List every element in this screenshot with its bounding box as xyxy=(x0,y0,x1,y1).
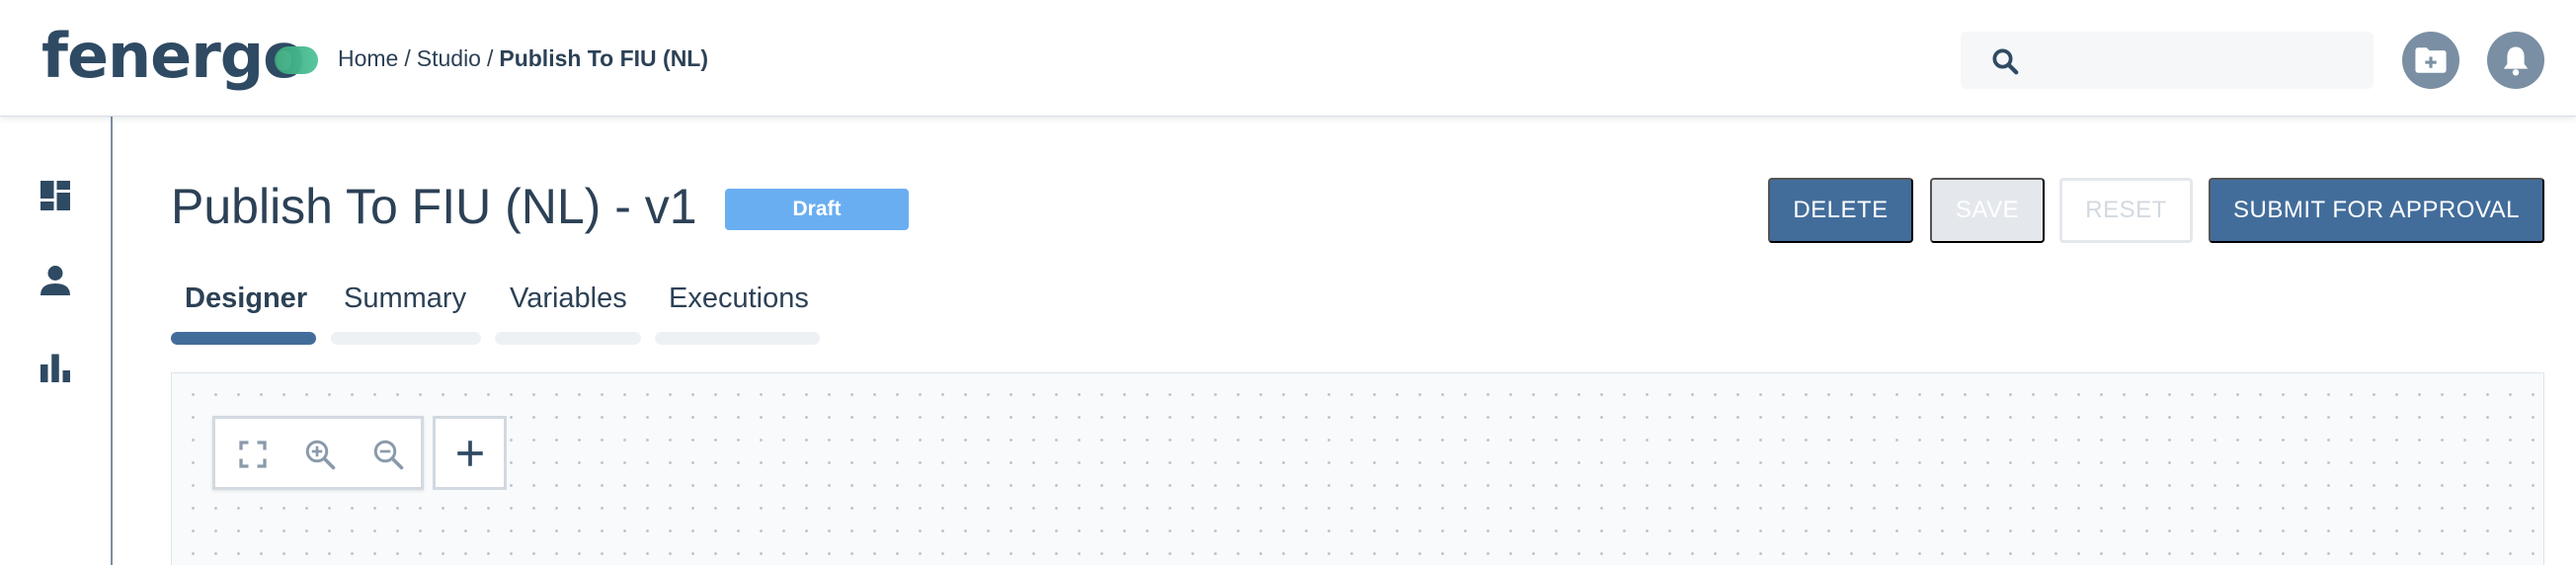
zoom-out-icon[interactable] xyxy=(370,437,406,472)
logo-text: fenergo xyxy=(41,20,305,92)
breadcrumb-separator: / xyxy=(404,45,411,71)
breadcrumb-separator: / xyxy=(486,45,494,71)
tab-indicator-designer xyxy=(171,332,316,345)
tab-indicator-summary xyxy=(331,332,481,345)
zoom-controls xyxy=(212,416,424,490)
dashboard-icon[interactable] xyxy=(38,178,73,213)
breadcrumb: Home / Studio / Publish To FIU (NL) xyxy=(338,45,708,72)
designer-canvas[interactable] xyxy=(171,372,2544,565)
breadcrumb-home[interactable]: Home xyxy=(338,45,398,72)
zoom-in-icon[interactable] xyxy=(302,437,338,472)
logo-pill xyxy=(274,46,318,74)
delete-button[interactable]: DELETE xyxy=(1768,178,1913,243)
search-input[interactable] xyxy=(1961,32,2374,89)
top-header: fenergo Home / Studio / Publish To FIU (… xyxy=(0,0,2576,117)
add-node-button[interactable] xyxy=(433,416,507,490)
bell-icon xyxy=(2503,46,2529,76)
breadcrumb-studio[interactable]: Studio xyxy=(417,45,481,72)
page-title: Publish To FIU (NL) - v1 xyxy=(171,179,697,234)
breadcrumb-current: Publish To FIU (NL) xyxy=(499,45,709,71)
fit-screen-icon[interactable] xyxy=(235,437,271,472)
tab-variables[interactable]: Variables xyxy=(510,282,627,315)
search-icon[interactable] xyxy=(1990,46,2020,76)
tab-executions[interactable]: Executions xyxy=(669,282,809,315)
user-icon[interactable] xyxy=(38,263,73,298)
folder-plus-icon xyxy=(2415,47,2447,73)
reset-button[interactable]: RESET xyxy=(2059,178,2193,243)
bar-chart-icon[interactable] xyxy=(38,350,73,385)
add-folder-button[interactable] xyxy=(2402,32,2459,89)
submit-for-approval-button[interactable]: SUBMIT FOR APPROVAL xyxy=(2209,178,2544,243)
left-sidebar xyxy=(0,117,113,565)
tab-indicator-variables xyxy=(495,332,641,345)
fenergo-logo[interactable]: fenergo xyxy=(41,22,318,91)
plus-icon xyxy=(456,440,483,466)
tab-indicator-executions xyxy=(655,332,820,345)
notifications-button[interactable] xyxy=(2487,32,2544,89)
tab-designer[interactable]: Designer xyxy=(185,282,307,315)
status-badge: Draft xyxy=(725,189,909,230)
save-button[interactable]: SAVE xyxy=(1930,178,2045,243)
tab-summary[interactable]: Summary xyxy=(344,282,466,315)
